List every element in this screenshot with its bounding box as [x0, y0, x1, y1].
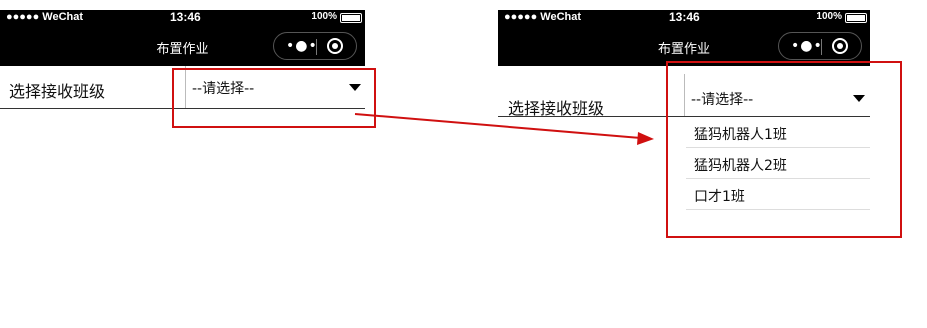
arrow-shaft — [354, 113, 642, 139]
annotation-arrow — [354, 113, 654, 145]
arrow-head-icon — [637, 132, 654, 145]
